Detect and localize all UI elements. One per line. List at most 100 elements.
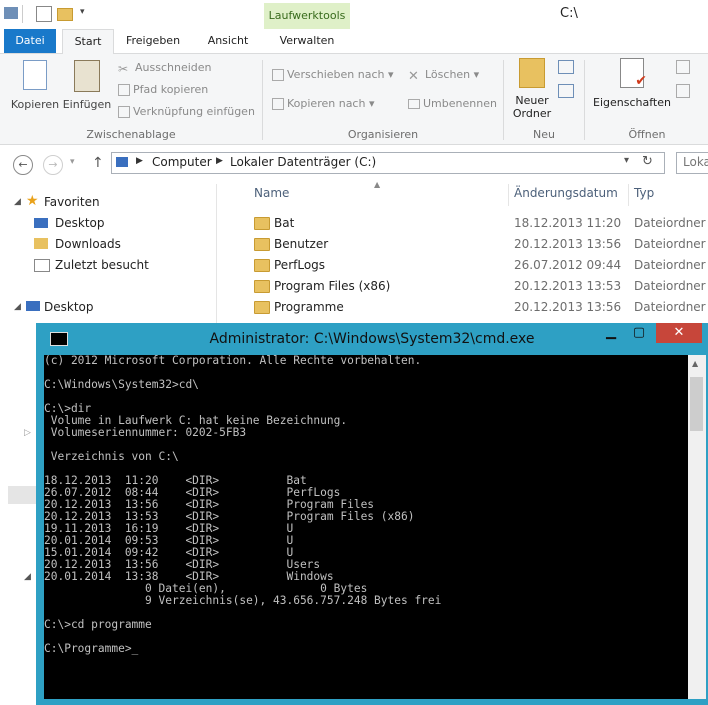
downloads-icon xyxy=(34,238,48,249)
folder-icon xyxy=(254,301,270,314)
folder-icon xyxy=(254,238,270,251)
file-date: 20.12.2013 13:53 xyxy=(514,279,622,293)
properties-icon: ✔ xyxy=(620,58,647,89)
column-date[interactable]: Änderungsdatum xyxy=(514,186,618,200)
nav-zuletzt-besucht[interactable]: Zuletzt besucht xyxy=(55,258,149,272)
einfuegen-button[interactable]: Einfügen xyxy=(62,60,112,111)
edit-icon[interactable] xyxy=(676,84,690,98)
nav-desktop[interactable]: Desktop xyxy=(55,216,105,230)
recent-dropdown-icon[interactable]: ▾ xyxy=(70,157,75,167)
desktop-icon xyxy=(34,218,48,228)
breadcrumb-computer[interactable]: Computer xyxy=(152,155,212,169)
einfuegen-label: Einfügen xyxy=(62,98,112,111)
minimize-button[interactable]: ▁ xyxy=(598,323,624,343)
column-type[interactable]: Typ xyxy=(634,186,654,200)
up-icon[interactable]: ↑ xyxy=(92,155,104,171)
kopieren-nach-button[interactable]: Kopieren nach ▾ xyxy=(272,97,374,110)
window-title: C:\ xyxy=(560,6,578,21)
address-bar[interactable]: ▶ Computer ▶ Lokaler Datenträger (C:) ▾ … xyxy=(111,152,665,174)
column-divider[interactable] xyxy=(508,184,509,206)
collapse-icon[interactable]: ◢ xyxy=(14,197,21,207)
group-oeffnen: Öffnen xyxy=(628,128,666,141)
folder-icon xyxy=(254,217,270,230)
file-row[interactable]: Program Files (x86) 20.12.2013 13:53 Dat… xyxy=(250,277,708,298)
file-row[interactable]: PerfLogs 26.07.2012 09:44 Dateiordner xyxy=(250,256,708,277)
explorer-app-icon xyxy=(4,7,18,19)
column-name[interactable]: Name xyxy=(254,186,289,200)
star-icon: ★ xyxy=(26,193,39,209)
computer-icon xyxy=(116,157,128,167)
cmd-window[interactable]: Administrator: C:\Windows\System32\cmd.e… xyxy=(36,323,708,705)
file-row[interactable]: Benutzer 20.12.2013 13:56 Dateiordner xyxy=(250,235,708,256)
cmd-scrollbar[interactable]: ▲ xyxy=(688,355,706,699)
chevron-right-icon: ▶ xyxy=(136,156,143,166)
properties-quick-icon[interactable] xyxy=(36,6,52,22)
file-name: Programme xyxy=(274,300,344,314)
verschieben-nach-button[interactable]: Verschieben nach ▾ xyxy=(272,68,394,81)
tab-verwalten[interactable]: Verwalten xyxy=(268,29,346,53)
cmd-titlebar[interactable]: Administrator: C:\Windows\System32\cmd.e… xyxy=(36,323,708,355)
refresh-icon[interactable]: ↻ xyxy=(642,154,653,169)
breadcrumb-drive[interactable]: Lokaler Datenträger (C:) xyxy=(230,155,376,169)
open-icon[interactable] xyxy=(676,60,690,74)
collapse-icon[interactable]: ◢ xyxy=(24,572,31,582)
file-row[interactable]: Bat 18.12.2013 11:20 Dateiordner xyxy=(250,214,708,235)
maximize-button[interactable]: ▢ xyxy=(626,323,652,343)
tab-datei[interactable]: Datei xyxy=(4,29,56,53)
file-name: PerfLogs xyxy=(274,258,326,272)
new-folder-quick-icon[interactable] xyxy=(57,8,73,21)
tab-ansicht[interactable]: Ansicht xyxy=(196,29,260,53)
file-row[interactable]: Programme 20.12.2013 13:56 Dateiordner xyxy=(250,298,708,319)
nav-downloads[interactable]: Downloads xyxy=(55,237,121,251)
explorer-titlebar: ▾ Laufwerktools C:\ xyxy=(0,0,708,29)
cmd-console[interactable]: (c) 2012 Microsoft Corporation. Alle Rec… xyxy=(44,355,688,699)
ausschneiden-button[interactable]: ✂ Ausschneiden xyxy=(118,61,212,76)
forward-icon[interactable]: → xyxy=(43,155,63,175)
address-dropdown-icon[interactable]: ▾ xyxy=(624,155,629,166)
column-divider[interactable] xyxy=(628,184,629,206)
nav-desktop-root[interactable]: Desktop xyxy=(44,300,94,314)
eigenschaften-button[interactable]: ✔ Eigenschaften xyxy=(590,58,674,109)
easy-access-icon[interactable] xyxy=(558,84,574,98)
file-date: 26.07.2012 09:44 xyxy=(514,258,622,272)
loeschen-button[interactable]: ✕ Löschen ▾ xyxy=(408,68,479,84)
collapse-icon[interactable]: ◢ xyxy=(14,302,21,312)
back-icon[interactable]: ← xyxy=(13,155,33,175)
shortcut-icon xyxy=(118,106,130,118)
context-tab-group: Laufwerktools xyxy=(264,3,350,29)
search-placeholder: Loka xyxy=(683,155,708,169)
kopieren-button[interactable]: Kopieren xyxy=(10,60,60,111)
close-button[interactable]: ✕ xyxy=(656,323,702,343)
qat-dropdown-icon[interactable]: ▾ xyxy=(80,7,85,17)
recent-places-icon xyxy=(34,259,50,272)
kopieren-nach-label: Kopieren nach xyxy=(287,97,366,110)
umbenennen-button[interactable]: Umbenennen xyxy=(408,97,497,110)
group-neu: Neu xyxy=(533,128,555,141)
group-zwischenablage: Zwischenablage xyxy=(86,128,176,141)
tab-start[interactable]: Start xyxy=(62,29,114,55)
search-input[interactable]: Loka xyxy=(676,152,708,174)
move-icon xyxy=(272,69,284,81)
tab-freigeben[interactable]: Freigeben xyxy=(120,29,186,53)
file-type: Dateiordner xyxy=(634,258,706,272)
verknuepfung-button[interactable]: Verknüpfung einfügen xyxy=(118,105,255,118)
file-name: Benutzer xyxy=(274,237,329,251)
ausschneiden-label: Ausschneiden xyxy=(135,61,212,74)
nav-selection-highlight xyxy=(8,486,36,504)
new-item-icon[interactable] xyxy=(558,60,574,74)
file-date: 18.12.2013 11:20 xyxy=(514,216,622,230)
neuer-ordner-button[interactable]: Neuer Ordner xyxy=(510,58,554,120)
chevron-right-icon: ▶ xyxy=(216,156,223,166)
sort-ascending-icon: ▲ xyxy=(374,180,381,189)
scroll-thumb[interactable] xyxy=(690,377,703,431)
neuer-ordner-label-1: Neuer xyxy=(515,94,549,107)
file-type: Dateiordner xyxy=(634,216,706,230)
file-type: Dateiordner xyxy=(634,279,706,293)
scroll-up-icon[interactable]: ▲ xyxy=(692,359,698,368)
separator xyxy=(22,5,23,23)
neuer-ordner-label-2: Ordner xyxy=(512,107,552,120)
copy-to-icon xyxy=(272,98,284,110)
nav-favoriten[interactable]: Favoriten xyxy=(44,195,100,209)
pfad-kopieren-button[interactable]: Pfad kopieren xyxy=(118,83,208,96)
expand-icon[interactable]: ▷ xyxy=(24,428,31,438)
